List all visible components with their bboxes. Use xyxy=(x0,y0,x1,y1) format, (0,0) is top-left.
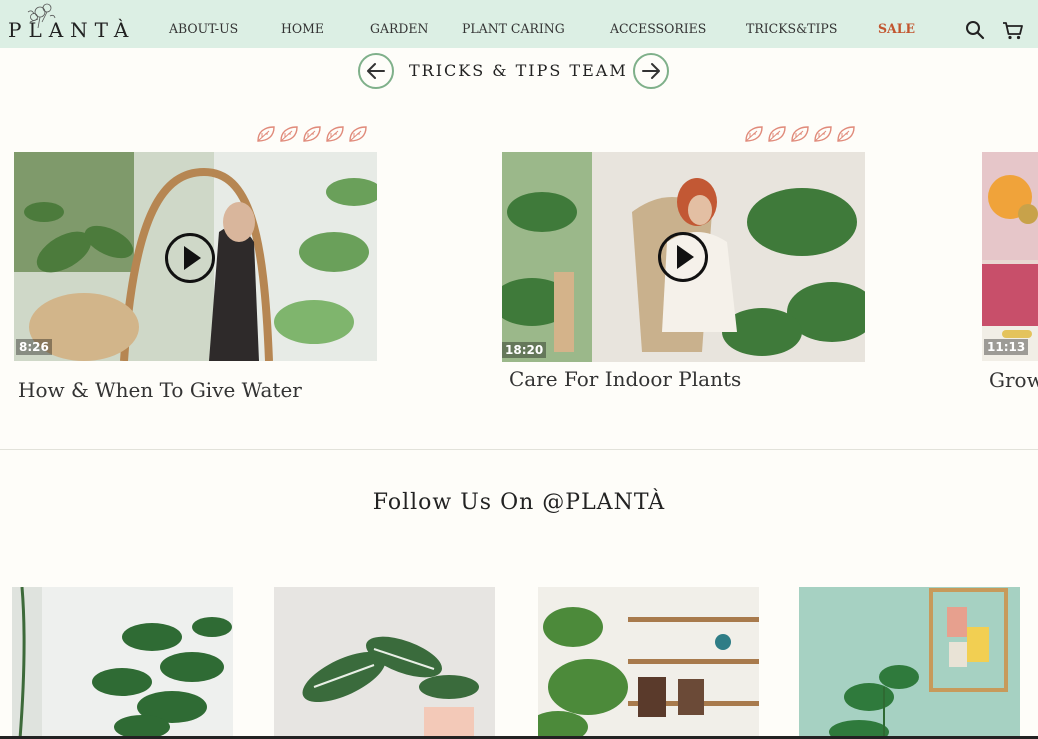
leaf-icon xyxy=(257,126,275,142)
section-divider xyxy=(0,449,1038,450)
previous-arrow-button[interactable] xyxy=(358,53,394,89)
plant-photo-1 xyxy=(12,587,233,739)
next-arrow-button[interactable] xyxy=(633,53,669,89)
video-duration: 18:20 xyxy=(502,342,547,358)
leaf-icon xyxy=(303,126,321,142)
leaf-icon xyxy=(837,126,855,142)
leaf-icon xyxy=(814,126,832,142)
rating-leaves xyxy=(256,125,371,143)
leaf-icon xyxy=(349,126,367,142)
instagram-photo[interactable] xyxy=(799,587,1020,739)
nav-sale[interactable]: SALE xyxy=(878,22,915,37)
follow-title: Follow Us On @PLANTÀ xyxy=(372,490,666,515)
rating-leaves xyxy=(744,125,859,143)
brand-logo[interactable]: PLANTÀ xyxy=(8,2,138,46)
section-title: TRICKS & TIPS TEAM xyxy=(409,61,628,80)
play-icon[interactable] xyxy=(657,231,709,283)
play-icon[interactable] xyxy=(164,232,216,284)
craft-photo xyxy=(982,152,1038,361)
leaf-icon xyxy=(326,126,344,142)
video-title[interactable]: Grow xyxy=(989,368,1038,392)
cart-icon[interactable] xyxy=(1002,20,1024,40)
plant-photo-2 xyxy=(274,587,495,739)
instagram-photo[interactable] xyxy=(274,587,495,739)
video-title[interactable]: Care For Indoor Plants xyxy=(509,367,741,391)
nav-plant-caring[interactable]: PLANT CARING xyxy=(462,22,565,37)
video-duration: 8:26 xyxy=(16,339,52,355)
plant-photo-3 xyxy=(538,587,759,739)
leaf-icon xyxy=(791,126,809,142)
video-title[interactable]: How & When To Give Water xyxy=(18,378,302,402)
instagram-photo[interactable] xyxy=(538,587,759,739)
plant-photo-4 xyxy=(799,587,1020,739)
leaf-icon xyxy=(280,126,298,142)
leaf-icon xyxy=(745,126,763,142)
nav-home[interactable]: HOME xyxy=(281,22,324,37)
arrow-right-icon xyxy=(642,63,660,79)
instagram-photo[interactable] xyxy=(12,587,233,739)
nav-accessories[interactable]: ACCESSORIES xyxy=(610,22,706,37)
nav-about-us[interactable]: ABOUT-US xyxy=(169,22,238,37)
header-bar: PLANTÀ ABOUT-US HOME GARDEN PLANT CARING… xyxy=(0,0,1038,48)
arrow-left-icon xyxy=(367,63,385,79)
video-duration: 11:13 xyxy=(984,339,1029,355)
brand-name: PLANTÀ xyxy=(8,18,136,42)
search-icon[interactable] xyxy=(965,20,985,40)
leaf-icon xyxy=(768,126,786,142)
video-thumbnail[interactable]: 11:13 xyxy=(982,152,1038,361)
nav-tricks-tips[interactable]: TRICKS&TIPS xyxy=(746,22,837,37)
nav-garden[interactable]: GARDEN xyxy=(370,22,428,37)
